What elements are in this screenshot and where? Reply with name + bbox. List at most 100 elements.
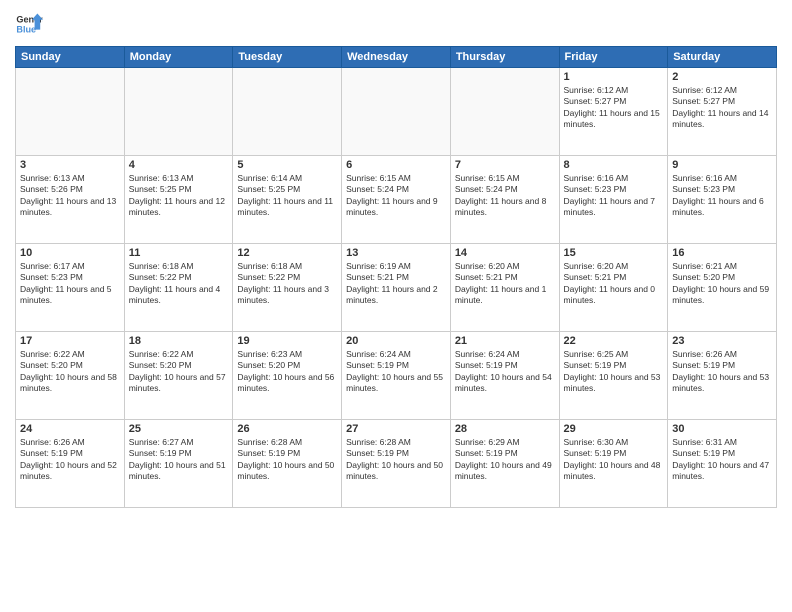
day-number: 5 (237, 159, 337, 171)
logo: General Blue (15, 10, 43, 38)
day-number: 10 (20, 247, 120, 259)
day-info: Sunrise: 6:23 AM Sunset: 5:20 PM Dayligh… (237, 349, 337, 395)
weekday-header-tuesday: Tuesday (233, 47, 342, 68)
day-info: Sunrise: 6:16 AM Sunset: 5:23 PM Dayligh… (672, 173, 772, 219)
day-number: 16 (672, 247, 772, 259)
calendar-cell: 14 Sunrise: 6:20 AM Sunset: 5:21 PM Dayli… (450, 244, 559, 332)
day-number: 21 (455, 335, 555, 347)
day-number: 8 (564, 159, 664, 171)
calendar-cell: 12 Sunrise: 6:18 AM Sunset: 5:22 PM Dayli… (233, 244, 342, 332)
day-number: 11 (129, 247, 229, 259)
calendar-cell: 21 Sunrise: 6:24 AM Sunset: 5:19 PM Dayli… (450, 332, 559, 420)
calendar-cell: 3Sunrise: 6:13 AM Sunset: 5:26 PM Daylig… (16, 156, 125, 244)
day-info: Sunrise: 6:18 AM Sunset: 5:22 PM Dayligh… (237, 261, 337, 307)
weekday-header-sunday: Sunday (16, 47, 125, 68)
calendar-cell: 29 Sunrise: 6:30 AM Sunset: 5:19 PM Dayli… (559, 420, 668, 508)
calendar-cell: 16 Sunrise: 6:21 AM Sunset: 5:20 PM Dayli… (668, 244, 777, 332)
day-number: 30 (672, 423, 772, 435)
day-info: Sunrise: 6:15 AM Sunset: 5:24 PM Dayligh… (455, 173, 555, 219)
calendar-table: SundayMondayTuesdayWednesdayThursdayFrid… (15, 46, 777, 508)
calendar-cell: 22 Sunrise: 6:25 AM Sunset: 5:19 PM Dayli… (559, 332, 668, 420)
day-info: Sunrise: 6:12 AM Sunset: 5:27 PM Dayligh… (564, 85, 664, 131)
calendar-cell: 11 Sunrise: 6:18 AM Sunset: 5:22 PM Dayli… (124, 244, 233, 332)
day-info: Sunrise: 6:21 AM Sunset: 5:20 PM Dayligh… (672, 261, 772, 307)
day-info: Sunrise: 6:22 AM Sunset: 5:20 PM Dayligh… (20, 349, 120, 395)
day-info: Sunrise: 6:13 AM Sunset: 5:25 PM Dayligh… (129, 173, 229, 219)
calendar-week-2: 3Sunrise: 6:13 AM Sunset: 5:26 PM Daylig… (16, 156, 777, 244)
day-number: 14 (455, 247, 555, 259)
day-number: 13 (346, 247, 446, 259)
calendar-cell: 9 Sunrise: 6:16 AM Sunset: 5:23 PM Daylig… (668, 156, 777, 244)
calendar-week-3: 10 Sunrise: 6:17 AM Sunset: 5:23 PM Dayli… (16, 244, 777, 332)
calendar-cell: 8 Sunrise: 6:16 AM Sunset: 5:23 PM Daylig… (559, 156, 668, 244)
day-number: 12 (237, 247, 337, 259)
day-info: Sunrise: 6:18 AM Sunset: 5:22 PM Dayligh… (129, 261, 229, 307)
day-info: Sunrise: 6:29 AM Sunset: 5:19 PM Dayligh… (455, 437, 555, 483)
day-info: Sunrise: 6:20 AM Sunset: 5:21 PM Dayligh… (564, 261, 664, 307)
day-number: 9 (672, 159, 772, 171)
day-number: 19 (237, 335, 337, 347)
day-info: Sunrise: 6:14 AM Sunset: 5:25 PM Dayligh… (237, 173, 337, 219)
calendar-cell: 28 Sunrise: 6:29 AM Sunset: 5:19 PM Dayli… (450, 420, 559, 508)
weekday-header-wednesday: Wednesday (342, 47, 451, 68)
day-info: Sunrise: 6:28 AM Sunset: 5:19 PM Dayligh… (237, 437, 337, 483)
calendar-cell (124, 68, 233, 156)
calendar-cell: 23 Sunrise: 6:26 AM Sunset: 5:19 PM Dayli… (668, 332, 777, 420)
calendar-cell: 15Sunrise: 6:20 AM Sunset: 5:21 PM Dayli… (559, 244, 668, 332)
day-number: 28 (455, 423, 555, 435)
calendar-cell (16, 68, 125, 156)
calendar-cell: 7 Sunrise: 6:15 AM Sunset: 5:24 PM Daylig… (450, 156, 559, 244)
page: General Blue SundayMondayTuesdayWednesda… (0, 0, 792, 612)
day-number: 20 (346, 335, 446, 347)
weekday-header-friday: Friday (559, 47, 668, 68)
weekday-header-row: SundayMondayTuesdayWednesdayThursdayFrid… (16, 47, 777, 68)
svg-text:Blue: Blue (16, 24, 36, 34)
day-number: 23 (672, 335, 772, 347)
day-info: Sunrise: 6:27 AM Sunset: 5:19 PM Dayligh… (129, 437, 229, 483)
day-number: 7 (455, 159, 555, 171)
day-info: Sunrise: 6:20 AM Sunset: 5:21 PM Dayligh… (455, 261, 555, 307)
day-number: 17 (20, 335, 120, 347)
day-info: Sunrise: 6:31 AM Sunset: 5:19 PM Dayligh… (672, 437, 772, 483)
weekday-header-thursday: Thursday (450, 47, 559, 68)
day-info: Sunrise: 6:26 AM Sunset: 5:19 PM Dayligh… (672, 349, 772, 395)
day-info: Sunrise: 6:19 AM Sunset: 5:21 PM Dayligh… (346, 261, 446, 307)
calendar-cell: 19 Sunrise: 6:23 AM Sunset: 5:20 PM Dayli… (233, 332, 342, 420)
day-number: 26 (237, 423, 337, 435)
header: General Blue (15, 10, 777, 38)
day-info: Sunrise: 6:16 AM Sunset: 5:23 PM Dayligh… (564, 173, 664, 219)
day-number: 22 (564, 335, 664, 347)
calendar-cell: 2Sunrise: 6:12 AM Sunset: 5:27 PM Daylig… (668, 68, 777, 156)
day-number: 27 (346, 423, 446, 435)
calendar-cell: 18 Sunrise: 6:22 AM Sunset: 5:20 PM Dayli… (124, 332, 233, 420)
calendar-cell: 26 Sunrise: 6:28 AM Sunset: 5:19 PM Dayli… (233, 420, 342, 508)
day-info: Sunrise: 6:22 AM Sunset: 5:20 PM Dayligh… (129, 349, 229, 395)
day-info: Sunrise: 6:12 AM Sunset: 5:27 PM Dayligh… (672, 85, 772, 131)
calendar-cell: 10 Sunrise: 6:17 AM Sunset: 5:23 PM Dayli… (16, 244, 125, 332)
calendar-cell (342, 68, 451, 156)
calendar-cell: 4 Sunrise: 6:13 AM Sunset: 5:25 PM Daylig… (124, 156, 233, 244)
day-number: 29 (564, 423, 664, 435)
calendar-cell: 24Sunrise: 6:26 AM Sunset: 5:19 PM Dayli… (16, 420, 125, 508)
logo-icon: General Blue (15, 10, 43, 38)
day-number: 1 (564, 71, 664, 83)
calendar-cell: 5 Sunrise: 6:14 AM Sunset: 5:25 PM Daylig… (233, 156, 342, 244)
day-info: Sunrise: 6:13 AM Sunset: 5:26 PM Dayligh… (20, 173, 120, 219)
day-number: 18 (129, 335, 229, 347)
calendar-cell: 17 Sunrise: 6:22 AM Sunset: 5:20 PM Dayli… (16, 332, 125, 420)
calendar-cell: 1 Sunrise: 6:12 AM Sunset: 5:27 PM Daylig… (559, 68, 668, 156)
weekday-header-saturday: Saturday (668, 47, 777, 68)
day-info: Sunrise: 6:17 AM Sunset: 5:23 PM Dayligh… (20, 261, 120, 307)
day-number: 6 (346, 159, 446, 171)
day-number: 4 (129, 159, 229, 171)
calendar-cell (450, 68, 559, 156)
day-info: Sunrise: 6:26 AM Sunset: 5:19 PM Dayligh… (20, 437, 120, 483)
calendar-cell: 20 Sunrise: 6:24 AM Sunset: 5:19 PM Dayli… (342, 332, 451, 420)
day-info: Sunrise: 6:15 AM Sunset: 5:24 PM Dayligh… (346, 173, 446, 219)
day-info: Sunrise: 6:24 AM Sunset: 5:19 PM Dayligh… (346, 349, 446, 395)
day-info: Sunrise: 6:25 AM Sunset: 5:19 PM Dayligh… (564, 349, 664, 395)
day-info: Sunrise: 6:24 AM Sunset: 5:19 PM Dayligh… (455, 349, 555, 395)
day-info: Sunrise: 6:28 AM Sunset: 5:19 PM Dayligh… (346, 437, 446, 483)
day-info: Sunrise: 6:30 AM Sunset: 5:19 PM Dayligh… (564, 437, 664, 483)
calendar-cell (233, 68, 342, 156)
